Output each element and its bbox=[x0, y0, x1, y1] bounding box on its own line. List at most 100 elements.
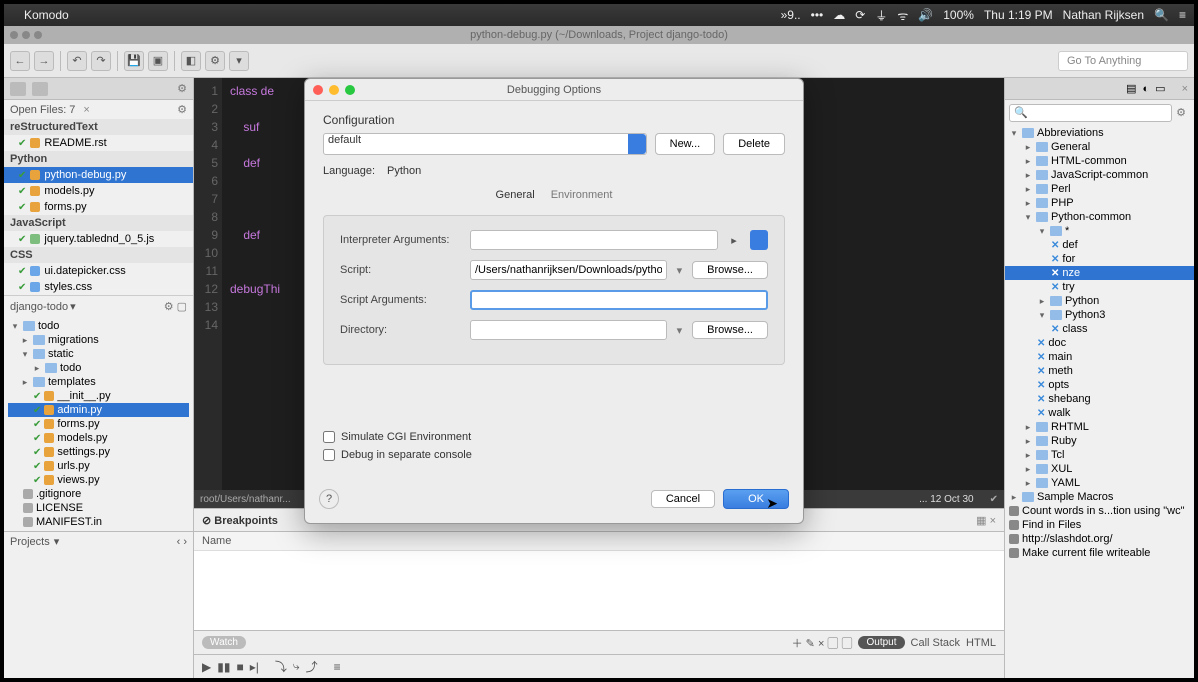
toolbox-tree-item[interactable]: ▸XUL bbox=[1005, 462, 1194, 476]
gear-icon[interactable]: ⚙ bbox=[1172, 104, 1190, 122]
watch-tab[interactable]: Watch bbox=[202, 636, 246, 649]
window-controls[interactable] bbox=[313, 85, 355, 95]
delete-button[interactable]: Delete bbox=[723, 133, 785, 155]
toolbox-tree-item[interactable]: ▸Ruby bbox=[1005, 434, 1194, 448]
step-button[interactable]: ▸| bbox=[250, 660, 259, 674]
project-tree-item[interactable]: ▸todo bbox=[8, 361, 189, 375]
toolbox-tree-item[interactable]: Make current file writeable bbox=[1005, 546, 1194, 560]
close-icon[interactable]: × bbox=[83, 104, 89, 116]
simulate-cgi-checkbox[interactable] bbox=[323, 431, 335, 443]
panel-icon[interactable]: ◐ bbox=[1143, 83, 1150, 95]
directory-browse-button[interactable]: Browse... bbox=[692, 321, 768, 339]
toolbox-tree-item[interactable]: Count words in s...tion using "wc" bbox=[1005, 504, 1194, 518]
panel-icon[interactable]: ▤ bbox=[1126, 82, 1136, 95]
project-tree-item[interactable]: ✔models.py bbox=[8, 431, 189, 445]
volume-icon[interactable]: 🔊 bbox=[918, 8, 933, 22]
breakpoints-tab[interactable]: ⊘ Breakpoints bbox=[202, 514, 278, 527]
toolbox-tree-item[interactable]: ✕nze bbox=[1005, 266, 1194, 280]
toolbox-tree-item[interactable]: http://slashdot.org/ bbox=[1005, 532, 1194, 546]
clock[interactable]: Thu 1:19 PM bbox=[984, 8, 1053, 22]
forward-button[interactable]: → bbox=[34, 51, 54, 71]
callstack-tab[interactable]: Call Stack bbox=[911, 637, 961, 649]
toolbox-tree-item[interactable]: ▸RHTML bbox=[1005, 420, 1194, 434]
menu-icon[interactable]: ≡ bbox=[1179, 8, 1186, 22]
toolbar-button[interactable]: ▾ bbox=[229, 51, 249, 71]
panel-close-icon[interactable]: ▦ × bbox=[976, 514, 996, 527]
save-button[interactable]: 💾 bbox=[124, 51, 144, 71]
toolbox-tree-item[interactable]: ▾Python-common bbox=[1005, 210, 1194, 224]
step-out-button[interactable]: ⤴ bbox=[306, 658, 318, 675]
projects-footer[interactable]: Projects▾ ‹ › bbox=[4, 531, 193, 551]
wifi-icon[interactable]: ⏚ bbox=[875, 7, 887, 24]
separate-console-checkbox[interactable] bbox=[323, 449, 335, 461]
cancel-button[interactable]: Cancel bbox=[651, 490, 715, 508]
project-tree-item[interactable]: ✔settings.py bbox=[8, 445, 189, 459]
toolbox-tree-item[interactable]: ✕class bbox=[1005, 322, 1194, 336]
toolbox-tree-item[interactable]: ▸HTML-common bbox=[1005, 154, 1194, 168]
project-tree-item[interactable]: LICENSE bbox=[8, 501, 189, 515]
user-name[interactable]: Nathan Rijksen bbox=[1063, 8, 1144, 22]
toolbar-button[interactable]: ≡ bbox=[334, 660, 341, 674]
toolbox-tree-item[interactable]: ✕main bbox=[1005, 350, 1194, 364]
toolbar-button[interactable]: ⚙ bbox=[205, 51, 225, 71]
pause-button[interactable]: ▮▮ bbox=[217, 660, 230, 674]
project-tree-item[interactable]: ▾todo bbox=[8, 319, 189, 333]
open-file-item[interactable]: ✔README.rst bbox=[4, 135, 193, 151]
back-button[interactable]: ← bbox=[10, 51, 30, 71]
script-browse-button[interactable]: Browse... bbox=[692, 261, 768, 279]
wifi-icon[interactable]: ᯤ bbox=[897, 7, 908, 24]
toolbox-search-input[interactable] bbox=[1009, 104, 1172, 122]
gear-icon[interactable]: ⚙ bbox=[177, 103, 187, 116]
toolbox-tree-item[interactable]: ▸Perl bbox=[1005, 182, 1194, 196]
open-file-item[interactable]: ✔models.py bbox=[4, 183, 193, 199]
general-tab[interactable]: General bbox=[496, 189, 535, 201]
stop-button[interactable]: ■ bbox=[236, 660, 243, 674]
menubar-icon[interactable]: ••• bbox=[811, 8, 824, 22]
save-all-button[interactable]: ▣ bbox=[148, 51, 168, 71]
environment-tab[interactable]: Environment bbox=[551, 189, 613, 201]
project-tree-item[interactable]: ✔forms.py bbox=[8, 417, 189, 431]
project-tree-item[interactable]: ▸migrations bbox=[8, 333, 189, 347]
toolbox-tree-item[interactable]: Find in Files bbox=[1005, 518, 1194, 532]
open-file-item[interactable]: ✔ui.datepicker.css bbox=[4, 263, 193, 279]
ok-button[interactable]: OK➤ bbox=[723, 489, 789, 509]
toolbox-tree-item[interactable]: ✕walk bbox=[1005, 406, 1194, 420]
open-file-item[interactable]: ✔python-debug.py bbox=[4, 167, 193, 183]
project-tree-item[interactable]: ✔views.py bbox=[8, 473, 189, 487]
toolbox-tree-item[interactable]: ▸Tcl bbox=[1005, 448, 1194, 462]
battery-pct[interactable]: 100% bbox=[943, 8, 974, 22]
project-tree-item[interactable]: MANIFEST.in bbox=[8, 515, 189, 529]
sidebar-tab[interactable] bbox=[10, 82, 26, 96]
toolbox-tree-item[interactable]: ▸YAML bbox=[1005, 476, 1194, 490]
project-tree-item[interactable]: .gitignore bbox=[8, 487, 189, 501]
toolbox-tree-item[interactable]: ✕def bbox=[1005, 238, 1194, 252]
project-tree-item[interactable]: ✔admin.py bbox=[8, 403, 189, 417]
toolbox-tree-item[interactable]: ▸Python bbox=[1005, 294, 1194, 308]
toolbox-tree-item[interactable]: ✕for bbox=[1005, 252, 1194, 266]
project-tree-item[interactable]: ✔__init__.py bbox=[8, 389, 189, 403]
play-button[interactable]: ▶ bbox=[202, 660, 211, 674]
toolbox-tree-item[interactable]: ▸General bbox=[1005, 140, 1194, 154]
sidebar-gear-icon[interactable]: ⚙ bbox=[177, 82, 187, 95]
sidebar-tab[interactable] bbox=[32, 82, 48, 96]
interp-args-dropdown[interactable] bbox=[750, 230, 768, 250]
close-icon[interactable]: × bbox=[1182, 83, 1188, 95]
interp-args-input[interactable] bbox=[470, 230, 718, 250]
spotlight-icon[interactable]: 🔍 bbox=[1154, 8, 1169, 22]
script-input[interactable] bbox=[470, 260, 667, 280]
configuration-select[interactable]: default bbox=[323, 133, 647, 155]
step-into-button[interactable]: ⤷ bbox=[293, 659, 300, 674]
project-tree-item[interactable]: ▾static bbox=[8, 347, 189, 361]
html-tab[interactable]: HTML bbox=[966, 637, 996, 649]
new-button[interactable]: New... bbox=[655, 133, 716, 155]
tree-root[interactable]: ▾ Abbreviations bbox=[1005, 126, 1194, 140]
directory-input[interactable] bbox=[470, 320, 667, 340]
toolbox-tree-item[interactable]: ▾* bbox=[1005, 224, 1194, 238]
menubar-icon[interactable]: »9.. bbox=[781, 8, 801, 22]
refresh-icon[interactable]: ⟳ bbox=[855, 8, 865, 22]
toolbox-tree-item[interactable]: ▾Python3 bbox=[1005, 308, 1194, 322]
goto-anything-input[interactable]: Go To Anything bbox=[1058, 51, 1188, 71]
toolbox-tree-item[interactable]: ✕try bbox=[1005, 280, 1194, 294]
panel-icon[interactable]: ▭ bbox=[1155, 82, 1165, 95]
output-tab[interactable]: Output bbox=[858, 636, 904, 649]
